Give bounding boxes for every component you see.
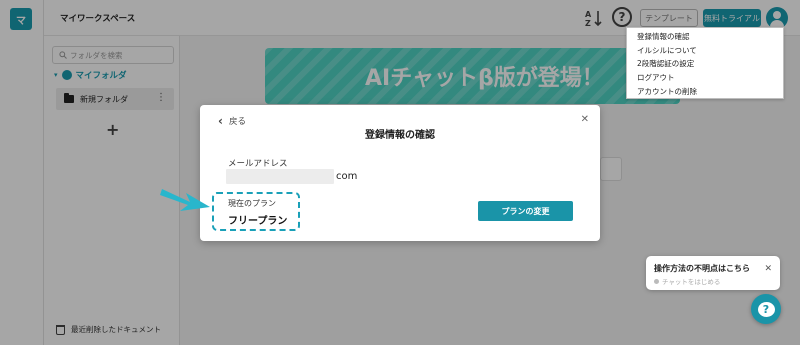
current-plan-highlight: 現在のプラン フリープラン bbox=[212, 192, 300, 231]
help-chat-card[interactable]: 操作方法の不明点はこちら チャットをはじめる ✕ bbox=[646, 256, 780, 290]
email-redaction bbox=[226, 169, 334, 184]
help-chat-subtitle: チャットをはじめる bbox=[662, 278, 721, 286]
help-chat-button[interactable]: ? bbox=[751, 294, 781, 324]
plan-label: 現在のプラン bbox=[228, 199, 276, 208]
menu-item-2fa[interactable]: 2段階認証の設定 bbox=[627, 57, 783, 71]
email-domain-suffix: com bbox=[336, 171, 358, 182]
modal-title: 登録情報の確認 bbox=[365, 130, 435, 141]
change-plan-button[interactable]: プランの変更 bbox=[478, 201, 573, 221]
pointer-arrow-icon bbox=[160, 189, 210, 211]
close-icon[interactable]: ✕ bbox=[764, 264, 772, 274]
menu-item-account-info[interactable]: 登録情報の確認 bbox=[627, 30, 783, 44]
question-icon: ? bbox=[757, 301, 775, 317]
account-menu: 登録情報の確認 イルシルについて 2段階認証の設定 ログアウト アカウントの削除 bbox=[626, 27, 784, 99]
menu-item-about[interactable]: イルシルについて bbox=[627, 44, 783, 58]
chat-bubble-icon bbox=[654, 278, 659, 284]
account-info-modal: ‹ 戻る ✕ 登録情報の確認 メールアドレス com 現在のプラン フリープラン… bbox=[200, 105, 600, 241]
plan-value: フリープラン bbox=[228, 216, 288, 227]
help-chat-start[interactable]: チャットをはじめる bbox=[654, 276, 720, 286]
close-icon[interactable]: ✕ bbox=[581, 114, 589, 125]
help-chat-title: 操作方法の不明点はこちら bbox=[654, 264, 750, 273]
email-label: メールアドレス bbox=[228, 159, 288, 169]
menu-item-logout[interactable]: ログアウト bbox=[627, 71, 783, 85]
email-value: com bbox=[226, 169, 357, 184]
menu-item-delete-account[interactable]: アカウントの削除 bbox=[627, 84, 783, 98]
